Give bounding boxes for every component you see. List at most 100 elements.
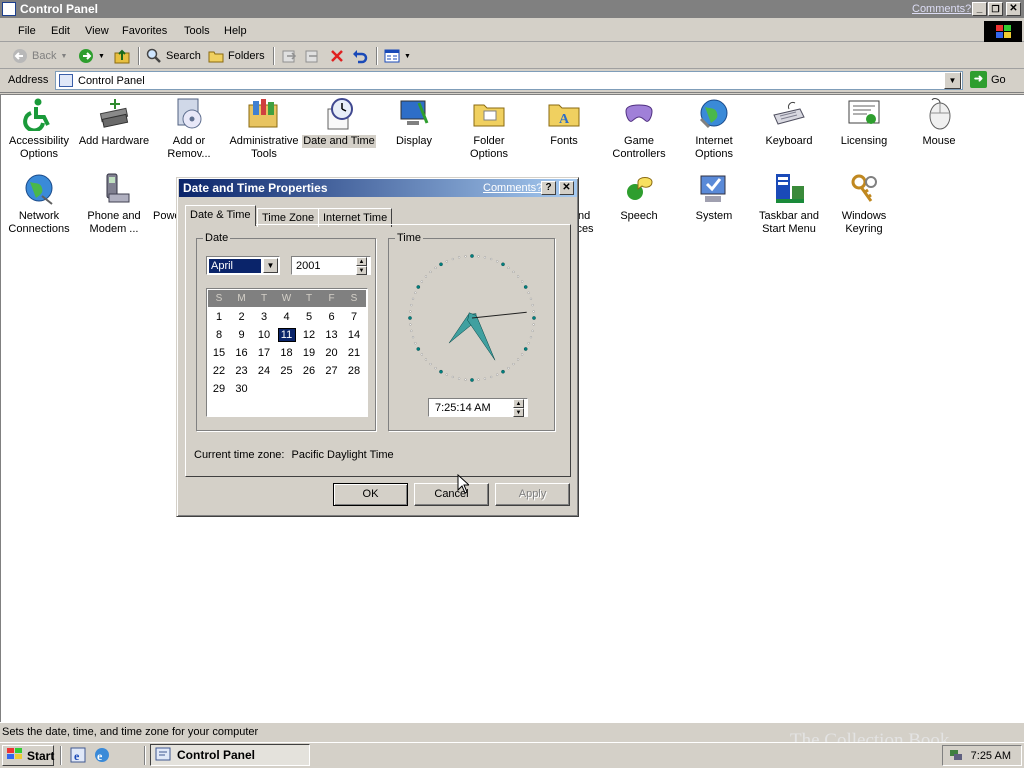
- restore-button[interactable]: ❐: [988, 2, 1003, 16]
- clock-tick: [531, 304, 534, 307]
- menu-favorites[interactable]: Favorites: [122, 25, 167, 37]
- time-up-icon[interactable]: ▲: [513, 399, 524, 408]
- calendar-day[interactable]: 26: [300, 364, 318, 378]
- item-folder-options[interactable]: Folder Options: [452, 97, 526, 161]
- back-dropdown-icon[interactable]: ▼: [60, 53, 67, 60]
- dialog-title-bar[interactable]: Date and Time Properties Comments? ? ✕: [179, 179, 577, 197]
- calendar-day[interactable]: 28: [345, 364, 363, 378]
- menu-view[interactable]: View: [85, 25, 109, 37]
- menu-tools[interactable]: Tools: [184, 25, 210, 37]
- address-dropdown-button[interactable]: ▼: [944, 72, 961, 89]
- calendar-day[interactable]: 29: [210, 382, 228, 396]
- item-licensing[interactable]: Licensing: [827, 97, 901, 148]
- calendar-day[interactable]: 23: [233, 364, 251, 378]
- calendar-day[interactable]: 9: [233, 328, 251, 342]
- dialog-comments-link[interactable]: Comments?: [483, 182, 542, 194]
- calendar-day[interactable]: 8: [210, 328, 228, 342]
- search-button[interactable]: Search: [146, 47, 201, 65]
- calendar-day[interactable]: 4: [278, 310, 296, 324]
- calendar-day[interactable]: 6: [323, 310, 341, 324]
- minimize-button[interactable]: _: [972, 2, 987, 16]
- forward-button[interactable]: ▼: [78, 47, 105, 65]
- start-button[interactable]: Start: [2, 745, 54, 766]
- calendar-day[interactable]: 3: [255, 310, 273, 324]
- taskbar-button-control-panel[interactable]: Control Panel: [150, 744, 310, 766]
- network-tray-icon[interactable]: [949, 747, 963, 764]
- up-folder-button[interactable]: [114, 47, 130, 65]
- item-administrative-tools[interactable]: Administrative Tools: [227, 97, 301, 161]
- tray-clock[interactable]: 7:25 AM: [971, 750, 1011, 762]
- item-internet-options[interactable]: Internet Options: [677, 97, 751, 161]
- calendar-day[interactable]: 7: [345, 310, 363, 324]
- item-display[interactable]: Display: [377, 97, 451, 148]
- dialog-close-button[interactable]: ✕: [559, 181, 574, 195]
- year-spinner[interactable]: 2001 ▲ ▼: [291, 256, 371, 275]
- folders-button[interactable]: Folders: [208, 47, 265, 65]
- calendar-day[interactable]: 12: [300, 328, 318, 342]
- item-date-and-time[interactable]: Date and Time: [302, 97, 376, 148]
- calendar-day[interactable]: 15: [210, 346, 228, 360]
- calendar-day[interactable]: 17: [255, 346, 273, 360]
- close-button[interactable]: ✕: [1006, 2, 1021, 16]
- time-down-icon[interactable]: ▼: [513, 408, 524, 417]
- back-button[interactable]: Back ▼: [12, 47, 67, 65]
- calendar-day[interactable]: 5: [300, 310, 318, 324]
- calendar-day[interactable]: 14: [345, 328, 363, 342]
- time-spinner[interactable]: 7:25:14 AM ▲ ▼: [428, 398, 528, 417]
- calendar-grid[interactable]: SMTWTFS 1 2 3 4 5 6 7 8 9 10 11 12 13 14 15 16 17 18 19 20 2…: [206, 288, 368, 417]
- calendar-day[interactable]: 13: [323, 328, 341, 342]
- item-speech[interactable]: Speech: [602, 172, 676, 223]
- menu-help[interactable]: Help: [224, 25, 247, 37]
- calendar-day[interactable]: 25: [278, 364, 296, 378]
- item-windows-keyring[interactable]: Windows Keyring: [827, 172, 901, 236]
- views-dropdown-icon[interactable]: ▼: [404, 53, 411, 60]
- item-fonts[interactable]: A Fonts: [527, 97, 601, 148]
- menu-edit[interactable]: Edit: [51, 25, 70, 37]
- apply-button[interactable]: Apply: [495, 483, 570, 506]
- copy-to-button[interactable]: [304, 47, 320, 65]
- ok-button[interactable]: OK: [333, 483, 408, 506]
- calendar-day[interactable]: 24: [255, 364, 273, 378]
- quicklaunch-browser-icon[interactable]: e: [94, 747, 110, 766]
- calendar-day[interactable]: 18: [278, 346, 296, 360]
- item-system[interactable]: System: [677, 172, 751, 223]
- dialog-help-button[interactable]: ?: [541, 181, 556, 195]
- item-keyboard[interactable]: Keyboard: [752, 97, 826, 148]
- comments-link[interactable]: Comments?: [912, 3, 971, 15]
- calendar-day[interactable]: 10: [255, 328, 273, 342]
- item-taskbar-start-menu[interactable]: Taskbar and Start Menu: [752, 172, 826, 236]
- calendar-day[interactable]: 20: [323, 346, 341, 360]
- quicklaunch-ie-icon[interactable]: e: [70, 747, 86, 766]
- item-game-controllers[interactable]: Game Controllers: [602, 97, 676, 161]
- forward-dropdown-icon[interactable]: ▼: [98, 53, 105, 60]
- calendar-day[interactable]: 11: [277, 328, 296, 342]
- calendar-day[interactable]: 21: [345, 346, 363, 360]
- cancel-button[interactable]: Cancel: [414, 483, 489, 506]
- item-network-connections[interactable]: Network Connections: [2, 172, 76, 236]
- year-down-icon[interactable]: ▼: [356, 266, 367, 275]
- calendar-day[interactable]: 2: [233, 310, 251, 324]
- delete-button[interactable]: [329, 47, 345, 65]
- item-add-remove-programs[interactable]: Add or Remov...: [152, 97, 226, 161]
- item-accessibility-options[interactable]: Accessibility Options: [2, 97, 76, 161]
- calendar-day[interactable]: 1: [210, 310, 228, 324]
- calendar-day[interactable]: 27: [323, 364, 341, 378]
- item-mouse[interactable]: Mouse: [902, 97, 976, 148]
- calendar-day[interactable]: 19: [300, 346, 318, 360]
- year-up-icon[interactable]: ▲: [356, 257, 367, 266]
- calendar-day[interactable]: 16: [233, 346, 251, 360]
- month-dropdown-icon[interactable]: ▼: [263, 258, 278, 273]
- month-select[interactable]: April ▼: [206, 256, 280, 275]
- item-phone-and-modem[interactable]: Phone and Modem ...: [77, 172, 151, 236]
- calendar-day[interactable]: 22: [210, 364, 228, 378]
- calendar-day[interactable]: 30: [233, 382, 251, 396]
- go-button[interactable]: ➜ Go: [970, 71, 1006, 88]
- move-to-button[interactable]: [281, 47, 297, 65]
- item-add-hardware[interactable]: Add Hardware: [77, 97, 151, 148]
- tab-date-time[interactable]: Date & Time: [185, 205, 256, 226]
- undo-button[interactable]: [352, 47, 368, 65]
- menu-file[interactable]: File: [18, 25, 36, 37]
- address-input[interactable]: Control Panel: [55, 71, 963, 90]
- views-button[interactable]: ▼: [384, 47, 411, 65]
- title-bar[interactable]: Control Panel Comments? _ ❐ ✕: [0, 0, 1024, 18]
